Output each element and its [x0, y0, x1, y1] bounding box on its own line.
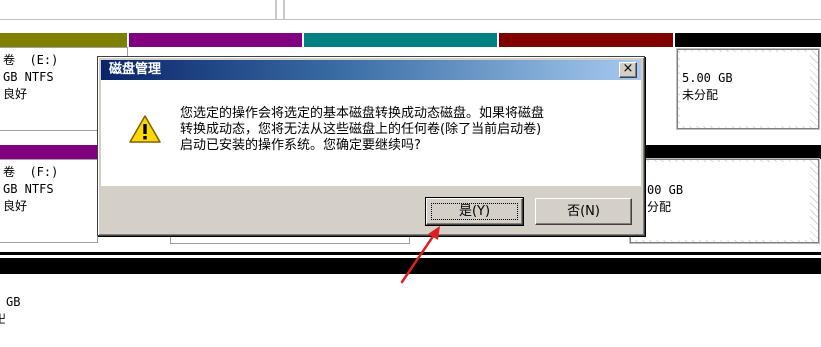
partition-bar [499, 33, 673, 47]
message-line: 您选定的操作会将选定的基本磁盘转换成动态磁盘。如果将磁盘 [180, 106, 545, 121]
partition-f-size: GB NTFS [3, 182, 54, 196]
disk-status: 卍 [0, 312, 7, 326]
dialog-body: 您选定的操作会将选定的基本磁盘转换成动态磁盘。如果将磁盘 转换成动态，您将无法从… [101, 80, 641, 186]
partition-e-bar [0, 33, 127, 47]
unallocated-cell[interactable]: 5.00 GB 未分配 [676, 48, 820, 130]
disk-size: GB [6, 295, 21, 309]
partition-f-name: 卷 (F:) [3, 165, 59, 179]
no-button[interactable]: 否(N) [535, 198, 632, 225]
top-disk-row [0, 0, 821, 20]
annotation-arrow-icon [400, 226, 440, 284]
yes-button[interactable]: 是(Y) [425, 197, 524, 226]
row-separator [283, 0, 285, 20]
yes-button-label: 是(Y) [458, 204, 491, 219]
close-button[interactable]: × [619, 62, 637, 78]
unallocated-bar [645, 145, 821, 159]
partition-e-status: 良好 [3, 87, 28, 101]
confirm-dialog: 磁盘管理 × 您选定的操作会将选定的基本磁盘转换成动态磁盘。如果将磁盘 转换成动… [97, 56, 645, 236]
dialog-titlebar[interactable]: 磁盘管理 × [101, 60, 641, 80]
unallocated-bar [675, 33, 821, 47]
unallocated-cell[interactable]: 00 GB 分配 [629, 158, 820, 244]
unallocated-status: 未分配 [682, 88, 719, 102]
partition-f-cell[interactable]: 卷 (F:) GB NTFS 良好 [0, 159, 98, 243]
message-line: 启动已安装的操作系统。您确定要继续吗? [180, 138, 421, 153]
partition-cell [170, 236, 410, 244]
partition-e-size: GB NTFS [3, 70, 54, 84]
unallocated-size: 00 GB [647, 183, 684, 197]
dialog-message: 您选定的操作会将选定的基本磁盘转换成动态磁盘。如果将磁盘 转换成动态，您将无法从… [180, 106, 620, 154]
warning-icon [129, 115, 161, 143]
row-separator [275, 0, 277, 20]
dialog-title: 磁盘管理 [109, 62, 162, 77]
partition-f-status: 良好 [3, 199, 28, 213]
no-button-label: 否(N) [567, 204, 600, 219]
close-icon: × [622, 61, 634, 76]
partition-bar [129, 33, 302, 47]
unallocated-status: 分配 [647, 200, 672, 214]
message-line: 转换成动态，您将无法从这些磁盘上的任何卷(除了当前启动卷) [180, 122, 542, 137]
partition-f-bar [0, 145, 97, 159]
partition-bar [304, 33, 497, 47]
partition-e-name: 卷 (E:) [3, 53, 59, 67]
unallocated-size: 5.00 GB [682, 71, 733, 85]
